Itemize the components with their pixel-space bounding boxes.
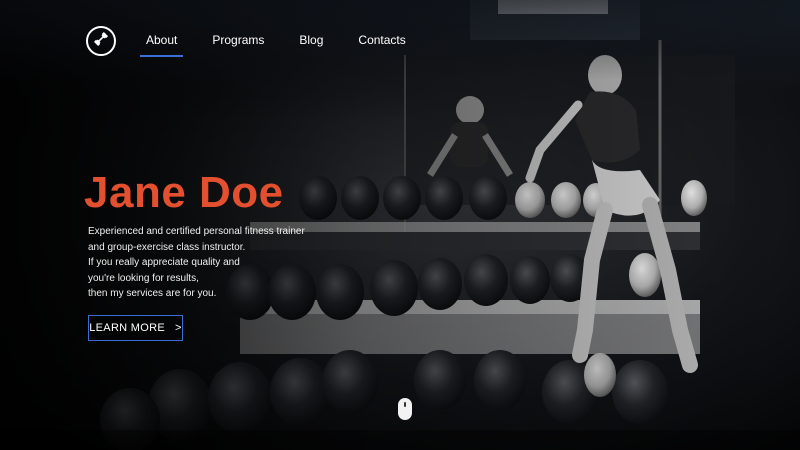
dumbbell-icon (92, 30, 110, 53)
main-nav: About Programs Blog Contacts (139, 33, 441, 57)
hero-description-line: Experienced and certified personal fitne… (88, 226, 305, 237)
hero-section: About Programs Blog Contacts Jane Doe Ex… (0, 0, 800, 450)
learn-more-label: LEARN MORE (89, 322, 165, 334)
mouse-scroll-icon[interactable] (398, 398, 412, 420)
nav-item-blog[interactable]: Blog (299, 33, 323, 55)
logo-button[interactable] (86, 26, 116, 56)
hero-description-line: and group-exercise class instructor. (88, 241, 246, 253)
nav-item-contacts[interactable]: Contacts (358, 33, 405, 55)
chevron-right-icon: > (175, 322, 182, 334)
nav-item-programs[interactable]: Programs (212, 33, 264, 55)
hero-description-line: If you really appreciate quality and (88, 257, 240, 268)
hero-description: Experienced and certified personal fitne… (88, 224, 348, 302)
hero-description-line: you're looking for results, (88, 272, 199, 284)
hero-description-line: then my services are for you. (88, 288, 217, 299)
nav-item-about[interactable]: About (139, 33, 184, 57)
top-navigation-bar: About Programs Blog Contacts (0, 0, 800, 80)
hero-title: Jane Doe (84, 168, 284, 217)
learn-more-button[interactable]: LEARN MORE > (88, 315, 183, 341)
